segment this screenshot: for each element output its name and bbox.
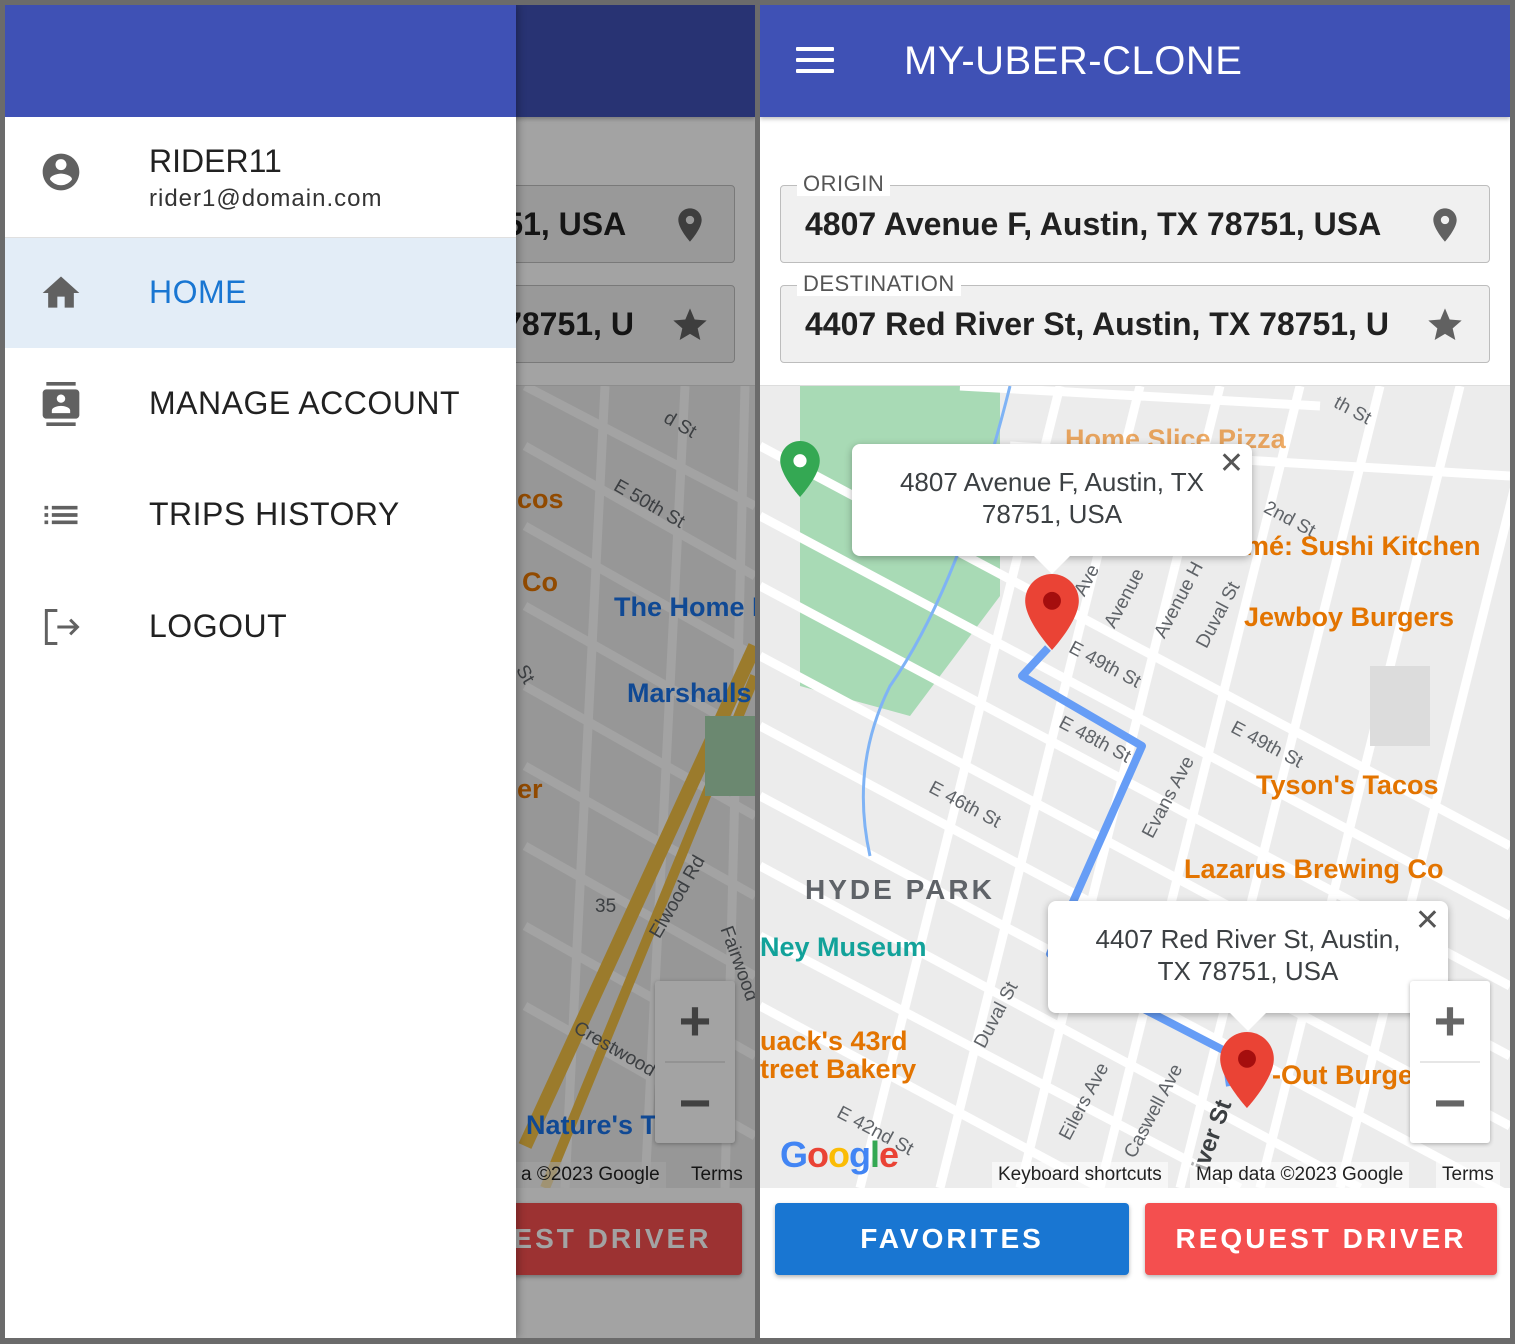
place-label: -Out Burge [1272, 1060, 1413, 1090]
google-logo: Google [780, 1134, 899, 1175]
screen-map-view: MY-UBER-CLONE ORIGIN 4807 Avenue F, Aust… [760, 5, 1510, 1338]
user-profile: RIDER11 rider1@domain.com [5, 117, 516, 237]
drawer-item-label: LOGOUT [149, 608, 288, 644]
place-label: Lazarus Brewing Co [1184, 854, 1444, 884]
favorites-button[interactable]: FAVORITES [775, 1203, 1129, 1275]
close-icon[interactable]: ✕ [1219, 448, 1244, 480]
place-label: treet Bakery [760, 1054, 917, 1084]
navigation-drawer: RIDER11 rider1@domain.com HOME MANAGE AC… [5, 5, 516, 1338]
app-bar: MY-UBER-CLONE [760, 5, 1510, 117]
map-data-attribution: Map data ©2023 Google [1190, 1162, 1410, 1188]
close-icon[interactable]: ✕ [1415, 905, 1440, 937]
park-marker-icon [780, 441, 820, 497]
logout-icon [44, 609, 80, 645]
drawer-item-label: TRIPS HISTORY [149, 496, 400, 532]
origin-value[interactable]: 4807 Avenue F, Austin, TX 78751, USA [805, 206, 1405, 244]
user-email: rider1@domain.com [149, 185, 383, 212]
zoom-out-button[interactable]: − [1410, 1063, 1490, 1143]
account-card-icon [42, 382, 80, 426]
drawer-item-label: HOME [149, 274, 247, 310]
destination-info-window: 4407 Red River St, Austin, TX 78751, USA… [1048, 901, 1448, 1031]
place-label: Jewboy Burgers [1244, 602, 1455, 632]
info-window-text: 4407 Red River St, Austin, TX 78751, USA [1095, 924, 1401, 986]
drawer-item-manage-account[interactable]: MANAGE ACCOUNT [5, 349, 516, 459]
origin-marker-icon[interactable] [1025, 574, 1079, 650]
terms-link[interactable]: Terms [1436, 1162, 1500, 1188]
drawer-item-home[interactable]: HOME [5, 238, 516, 348]
destination-field[interactable]: DESTINATION 4407 Red River St, Austin, T… [780, 272, 1490, 363]
menu-icon[interactable] [796, 43, 836, 77]
star-icon[interactable] [1425, 304, 1465, 346]
destination-value[interactable]: 4407 Red River St, Austin, TX 78751, U [805, 306, 1405, 344]
drawer-header [5, 5, 516, 117]
destination-marker-icon[interactable] [1220, 1032, 1274, 1108]
place-label: mé: Sushi Kitchen [1245, 531, 1481, 561]
request-driver-button[interactable]: REQUEST DRIVER [1145, 1203, 1497, 1275]
screen-drawer-open: ORIGIN 4807 Avenue F, Austin, TX 78751, … [5, 5, 755, 1338]
list-icon [44, 505, 78, 525]
location-pin-icon[interactable] [1425, 204, 1465, 246]
origin-label: ORIGIN [797, 172, 891, 196]
drawer-item-trips-history[interactable]: TRIPS HISTORY [5, 460, 516, 570]
account-circle-icon [42, 153, 80, 191]
origin-field[interactable]: ORIGIN 4807 Avenue F, Austin, TX 78751, … [780, 172, 1490, 263]
info-window-text: 4807 Avenue F, Austin, TX 78751, USA [899, 467, 1205, 529]
home-icon [42, 276, 80, 308]
origin-info-window: 4807 Avenue F, Austin, TX 78751, USA ✕ [852, 444, 1252, 574]
place-label: uack's 43rd [760, 1026, 908, 1056]
app-title: MY-UBER-CLONE [904, 39, 1243, 83]
drawer-item-label: MANAGE ACCOUNT [149, 385, 461, 421]
user-name: RIDER11 [149, 143, 282, 179]
map[interactable]: E 49th St E 48th St E 49th St E 46th St … [760, 385, 1510, 1188]
keyboard-shortcuts-link[interactable]: Keyboard shortcuts [992, 1162, 1168, 1188]
place-label: Ney Museum [760, 932, 927, 962]
destination-label: DESTINATION [797, 272, 961, 296]
place-label: Tyson's Tacos [1256, 770, 1439, 800]
neighborhood-label: HYDE PARK [805, 874, 995, 905]
drawer-item-logout[interactable]: LOGOUT [5, 572, 516, 682]
zoom-in-button[interactable]: + [1410, 981, 1490, 1061]
zoom-control: + − [1410, 981, 1490, 1143]
